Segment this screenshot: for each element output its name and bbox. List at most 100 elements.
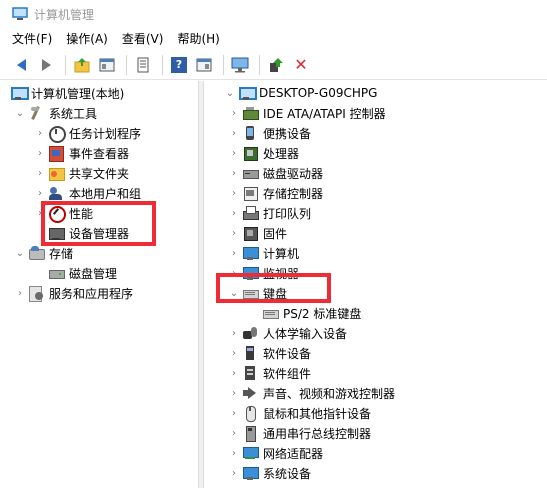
tree-item-system-tools[interactable]: ⌄ 系统工具 xyxy=(14,103,97,123)
chevron-right-icon[interactable]: › xyxy=(228,143,240,163)
device-category-label: 计算机 xyxy=(263,246,300,261)
chevron-right-icon[interactable]: › xyxy=(228,443,240,463)
device-category-sound[interactable]: › 声音、视频和游戏控制器 xyxy=(228,383,395,403)
tree-item-local-users[interactable]: › 本地用户和组 xyxy=(34,183,141,203)
properties-icon xyxy=(137,57,149,72)
chevron-right-icon[interactable]: › xyxy=(228,163,240,183)
device-category-storage-controller[interactable]: › 存储控制器 xyxy=(228,183,323,203)
tree-item-task-scheduler[interactable]: › 任务计划程序 xyxy=(34,123,141,143)
chevron-right-icon[interactable]: › xyxy=(228,323,240,343)
uninstall-button[interactable]: ✕ xyxy=(290,54,312,76)
tree-item-label: 事件查看器 xyxy=(69,146,130,161)
chevron-right-icon[interactable]: › xyxy=(228,363,240,383)
chevron-right-icon[interactable]: › xyxy=(34,143,46,163)
toolbar-separator xyxy=(259,54,260,75)
chevron-right-icon[interactable]: › xyxy=(14,283,26,303)
device-category-label: IDE ATA/ATAPI 控制器 xyxy=(263,106,386,121)
up-button[interactable] xyxy=(71,54,93,76)
toolbar-separator xyxy=(223,54,224,75)
services-icon xyxy=(28,285,44,302)
network-adapter-icon xyxy=(242,445,259,461)
print-queue-icon xyxy=(242,205,259,221)
chevron-right-icon[interactable]: › xyxy=(228,403,240,423)
device-category-mouse[interactable]: › 鼠标和其他指针设备 xyxy=(228,403,371,423)
forward-button[interactable] xyxy=(35,54,57,76)
chevron-right-icon[interactable]: › xyxy=(34,123,46,143)
update-driver-icon xyxy=(270,57,283,72)
toolbar: ? ✕ xyxy=(0,50,547,80)
tree-item-label: 磁盘管理 xyxy=(69,266,118,281)
annotation-box-keyboard xyxy=(216,273,331,303)
menu-help[interactable]: 帮助(H) xyxy=(171,28,225,50)
toolbar-separator xyxy=(65,54,66,75)
device-category-hid[interactable]: › 人体学输入设备 xyxy=(228,323,347,343)
device-category-processor[interactable]: › 处理器 xyxy=(228,143,299,163)
chevron-right-icon[interactable]: › xyxy=(228,183,240,203)
device-category-system[interactable]: › 系统设备 xyxy=(228,463,311,483)
tree-item-label: 共享文件夹 xyxy=(69,166,130,181)
device-category-label: 软件设备 xyxy=(263,346,312,361)
menu-action[interactable]: 操作(A) xyxy=(60,28,114,50)
device-category-usb[interactable]: › 通用串行总线控制器 xyxy=(228,423,371,443)
chevron-right-icon[interactable]: › xyxy=(228,463,240,483)
device-category-disk-drive[interactable]: › 磁盘驱动器 xyxy=(228,163,323,183)
tree-item-storage[interactable]: ⌄ 存储 xyxy=(14,243,73,263)
device-category-ide[interactable]: › IDE ATA/ATAPI 控制器 xyxy=(228,103,386,123)
chevron-right-icon[interactable]: › xyxy=(228,223,240,243)
chevron-down-icon[interactable]: ⌄ xyxy=(224,83,236,103)
up-folder-icon xyxy=(74,57,90,72)
chevron-right-icon[interactable]: › xyxy=(228,243,240,263)
menu-view[interactable]: 查看(V) xyxy=(116,28,170,50)
device-category-label: 磁盘驱动器 xyxy=(263,166,324,181)
title-bar: 计算机管理 xyxy=(0,0,547,28)
chevron-right-icon[interactable]: › xyxy=(228,123,240,143)
device-category-print-queue[interactable]: › 打印队列 xyxy=(228,203,311,223)
device-category-label: 存储控制器 xyxy=(263,186,324,201)
device-category-network[interactable]: › 网络适配器 xyxy=(228,443,323,463)
chevron-right-icon[interactable]: › xyxy=(34,183,46,203)
tree-item-event-viewer[interactable]: › 事件查看器 xyxy=(34,143,129,163)
chevron-right-icon[interactable]: › xyxy=(228,383,240,403)
device-tree-root-label: DESKTOP-G09CHPG xyxy=(259,86,378,100)
help-button[interactable]: ? xyxy=(168,54,190,76)
users-icon xyxy=(48,185,64,201)
computer-icon xyxy=(238,85,257,101)
chevron-right-icon[interactable]: › xyxy=(34,163,46,183)
mouse-icon xyxy=(242,405,258,422)
properties-button[interactable] xyxy=(132,54,154,76)
device-item-ps2-keyboard[interactable]: PS/2 标准键盘 xyxy=(262,303,361,323)
device-category-software-component[interactable]: › 软件组件 xyxy=(228,363,311,383)
device-category-firmware[interactable]: › 固件 xyxy=(228,223,287,243)
tree-item-disk-management[interactable]: 磁盘管理 xyxy=(34,263,117,283)
chevron-right-icon[interactable]: › xyxy=(228,103,240,123)
monitor-icon xyxy=(231,57,249,72)
update-driver-button[interactable] xyxy=(265,54,287,76)
hid-icon xyxy=(242,325,258,341)
tree-item-label: 任务计划程序 xyxy=(69,126,142,141)
annotation-box-device-manager xyxy=(41,201,156,246)
device-category-label: 声音、视频和游戏控制器 xyxy=(263,386,396,401)
chevron-right-icon[interactable]: › xyxy=(228,423,240,443)
device-category-label: 处理器 xyxy=(263,146,300,161)
chevron-right-icon[interactable]: › xyxy=(228,343,240,363)
menu-file[interactable]: 文件(F) xyxy=(6,28,58,50)
console-tree-button[interactable] xyxy=(96,54,118,76)
device-category-label: 便携设备 xyxy=(263,126,312,141)
chevron-right-icon[interactable]: › xyxy=(228,203,240,223)
chevron-down-icon[interactable]: ⌄ xyxy=(14,103,26,123)
tree-item-shared-folders[interactable]: › 共享文件夹 xyxy=(34,163,129,183)
scan-hardware-button[interactable] xyxy=(229,54,251,76)
device-category-computer[interactable]: › 计算机 xyxy=(228,243,299,263)
tree-item-services[interactable]: › 服务和应用程序 xyxy=(14,283,133,303)
device-category-software-device[interactable]: › 软件设备 xyxy=(228,343,311,363)
tree-item-label: 本地用户和组 xyxy=(69,186,142,201)
device-tree-root[interactable]: ⌄ DESKTOP-G09CHPG xyxy=(224,83,377,103)
computer-icon xyxy=(10,85,29,101)
back-button[interactable] xyxy=(10,54,32,76)
keyboard-icon xyxy=(262,305,279,321)
device-category-portable[interactable]: › 便携设备 xyxy=(228,123,311,143)
device-category-label: 人体学输入设备 xyxy=(263,326,348,341)
tree-item-root[interactable]: 计算机管理(本地) xyxy=(10,83,124,103)
chevron-down-icon[interactable]: ⌄ xyxy=(14,243,26,263)
show-hide-button[interactable] xyxy=(193,54,215,76)
